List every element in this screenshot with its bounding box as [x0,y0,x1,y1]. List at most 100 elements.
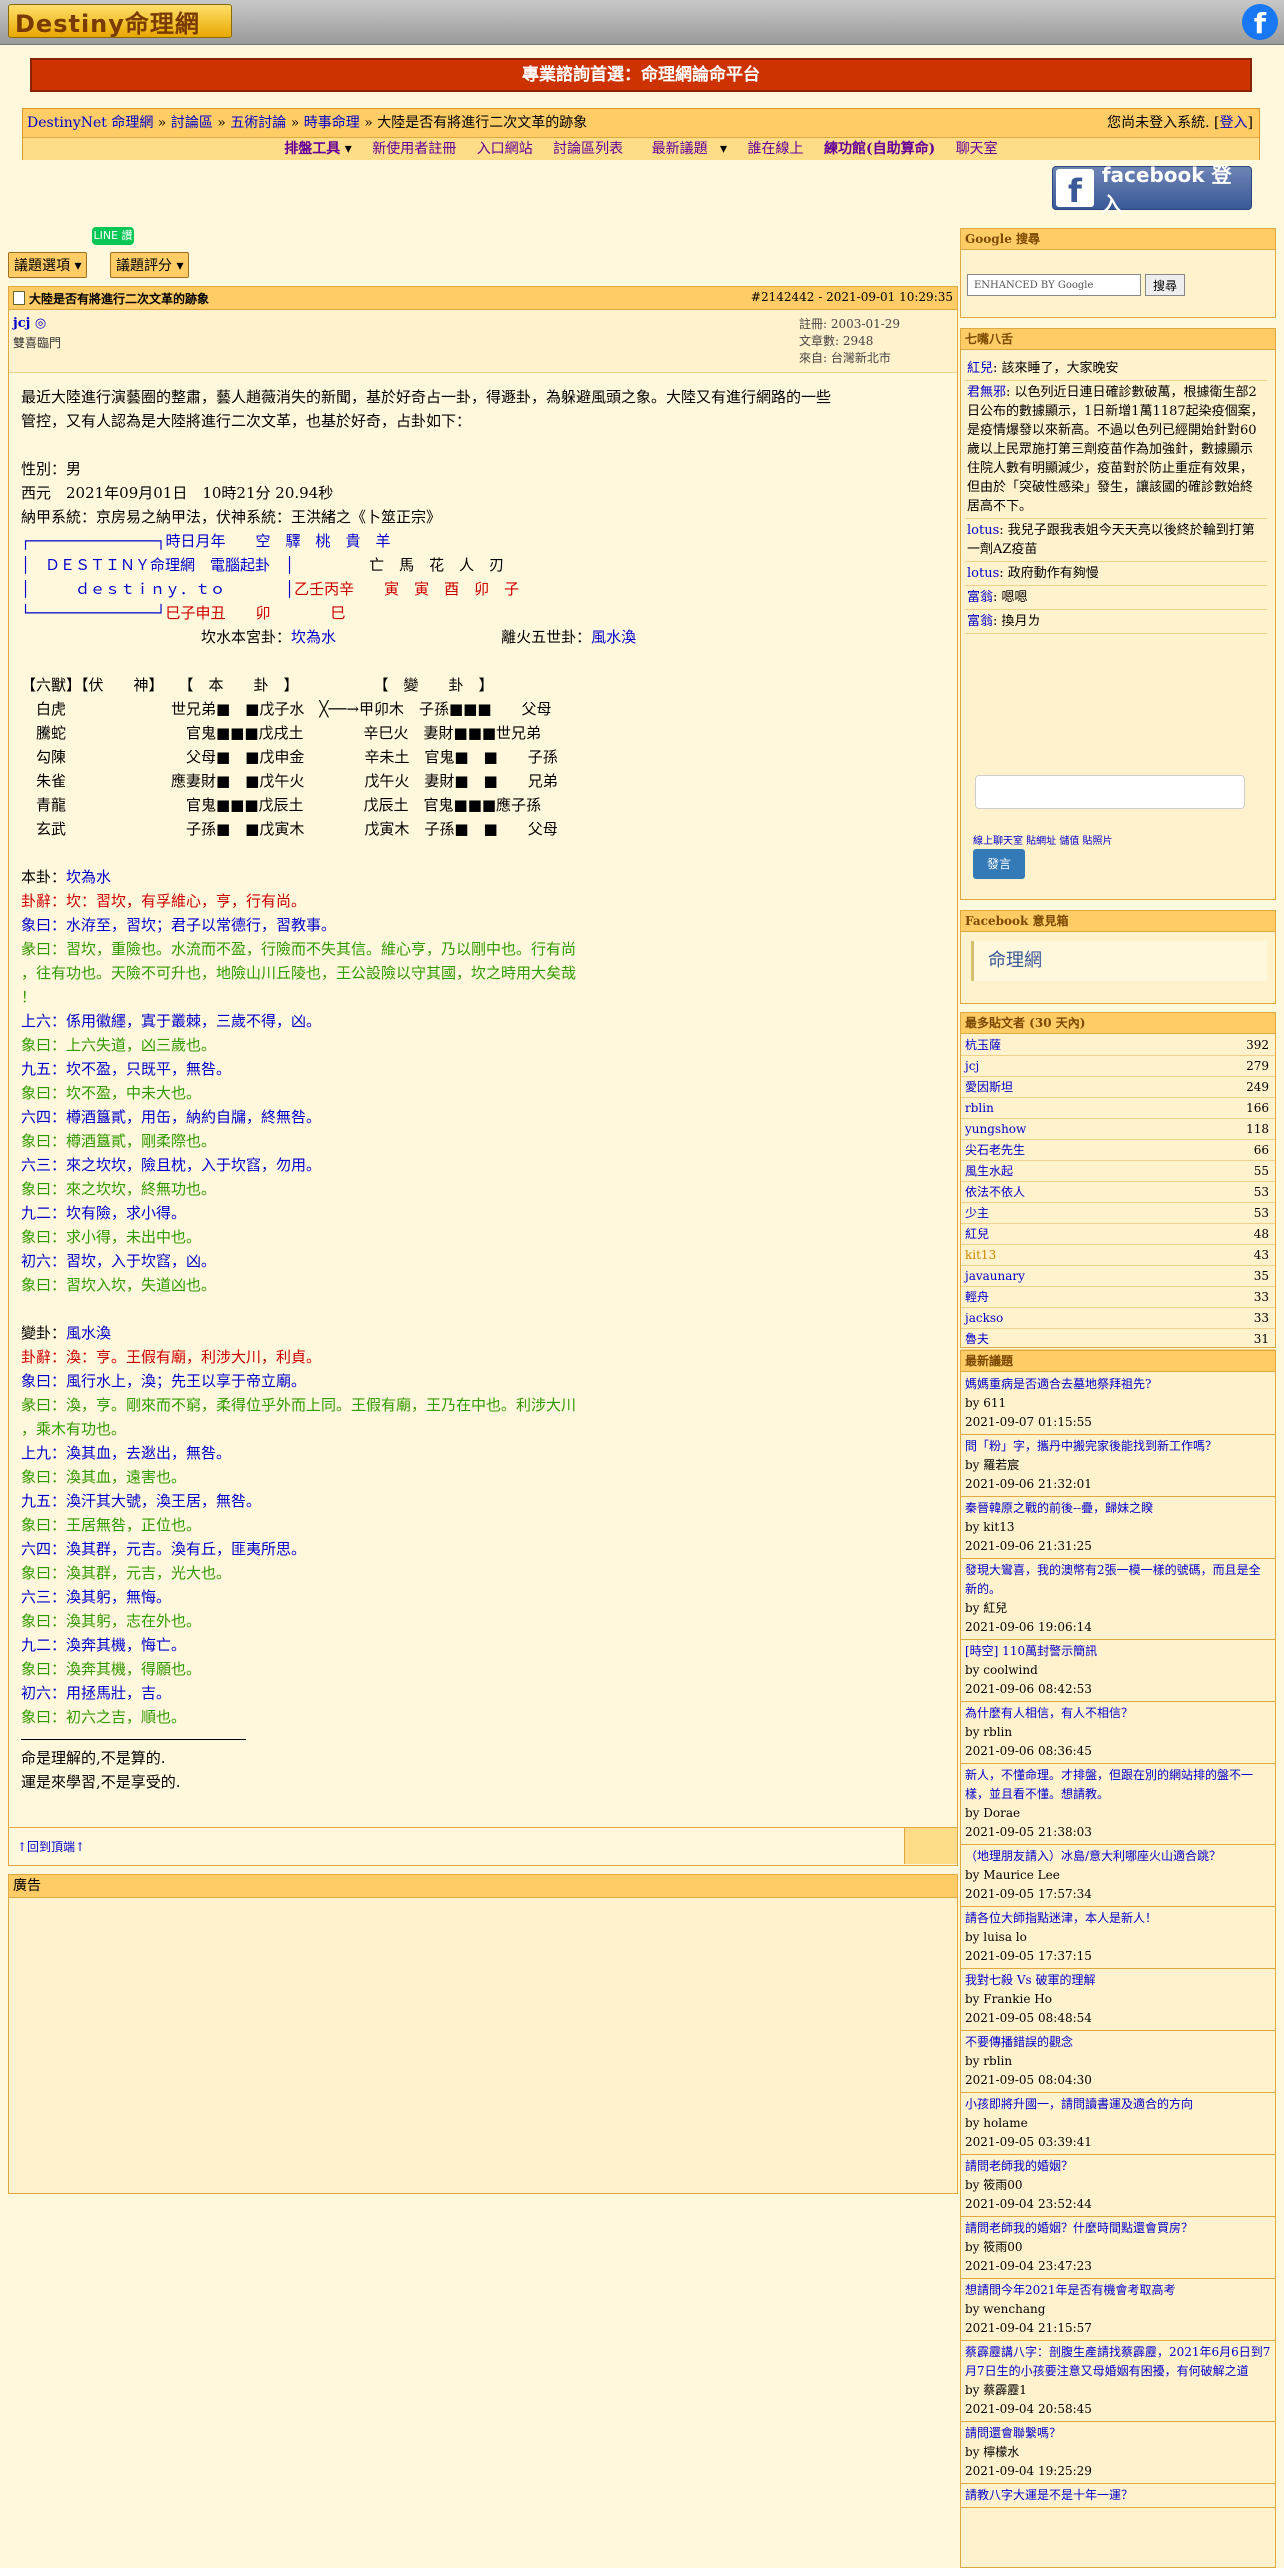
author-name[interactable]: jcj ◎ [13,316,46,331]
latest-topic-title[interactable]: 秦晉韓原之戰的前後--疊，歸妹之睽 [965,1499,1271,1518]
latest-topic-title[interactable]: 新人，不懂命理。才排盤，但跟在別的網站排的盤不一樣，並且看不懂。想請教。 [965,1766,1271,1804]
latest-topic-author[interactable]: by 檸檬水 [965,2443,1271,2462]
top-poster-count: 33 [1253,1311,1269,1325]
latest-topic-title[interactable]: 為什麼有人相信，有人不相信？ [965,1704,1271,1723]
top-poster-name[interactable]: jackso [965,1311,1003,1325]
latest-topic-item: 請教八字大運是不是十年一運？ [961,2484,1275,2508]
latest-topic-author[interactable]: by Maurice Lee [965,1866,1271,1885]
latest-topic-title[interactable]: 請教八字大運是不是十年一運？ [965,2486,1271,2505]
latest-topic-title[interactable]: [時空] 110萬封警示簡訊 [965,1642,1271,1661]
latest-topic-title[interactable]: 我對七殺 Vs 破軍的理解 [965,1971,1271,1990]
latest-topic-author[interactable]: by rblin [965,1723,1271,1742]
latest-topic-author[interactable]: by Frankie Ho [965,1990,1271,2009]
google-search-button[interactable]: 搜尋 [1145,274,1185,296]
latest-topic-author[interactable]: by 筱雨00 [965,2238,1271,2257]
chat-user[interactable]: 紅兒 [967,361,993,376]
chat-user[interactable]: lotus [967,523,999,538]
latest-topic-title[interactable]: 請各位大師指點迷津，本人是新人！ [965,1909,1271,1928]
menu-chatroom[interactable]: 聊天室 [956,141,998,157]
latest-topic-author[interactable]: by Dorae [965,1804,1271,1823]
latest-topic-title[interactable]: 不要傳播錯誤的觀念 [965,2033,1271,2052]
breadcrumb-topic[interactable]: 時事命理 [304,115,360,131]
bian-gua-text: ，乘木有功也。 [21,1420,127,1438]
chat-user[interactable]: 富翁 [967,614,993,629]
top-poster-row: 風生水起 55 [961,1161,1275,1182]
facebook-page-name[interactable]: 命理網 [971,941,1267,981]
latest-topic-author[interactable]: by coolwind [965,1661,1271,1680]
top-poster-name[interactable]: yungshow [965,1122,1026,1136]
latest-topic-author[interactable]: by holame [965,2114,1271,2133]
top-poster-count: 66 [1253,1143,1269,1157]
back-to-top-link[interactable]: ↑回到頂端↑ [17,1838,85,1855]
top-poster-row: yungshow 118 [961,1119,1275,1140]
topic-rating-button[interactable]: 議題評分 ▾ [110,252,190,278]
breadcrumb-arts[interactable]: 五術討論 [230,115,286,131]
menu-forum-list[interactable]: 討論區列表 [553,141,623,157]
breadcrumb-home[interactable]: DestinyNet 命理網 [27,115,153,131]
chat-user[interactable]: lotus [967,566,999,581]
latest-topic-author[interactable]: by 蔡霹靂1 [965,2381,1271,2400]
menu-register[interactable]: 新使用者註冊 [372,141,456,157]
latest-topic-author[interactable]: by rblin [965,2052,1271,2071]
top-poster-name[interactable]: 風生水起 [965,1164,1013,1178]
latest-topic-author[interactable]: by luisa lo [965,1928,1271,1947]
login-link[interactable]: 登入 [1220,115,1248,131]
top-poster-row: jcj 279 [961,1056,1275,1077]
menu-practice[interactable]: 練功館(自助算命) [824,141,935,157]
top-poster-name[interactable]: 愛因斯坦 [965,1080,1013,1094]
latest-topic-item: 秦晉韓原之戰的前後--疊，歸妹之睽 by kit13 2021-09-06 21:3… [961,1497,1275,1559]
top-poster-count: 43 [1253,1248,1269,1262]
latest-topic-title[interactable]: （地理朋友請入）冰島/意大利哪座火山適合跳？ [965,1847,1271,1866]
top-poster-name[interactable]: 尖石老先生 [965,1143,1025,1157]
top-poster-row: kit13 43 [961,1245,1275,1266]
menu-online[interactable]: 誰在線上 [748,141,804,157]
latest-topic-title[interactable]: 請問老師我的婚姻？什麼時間點還會買房？ [965,2219,1271,2238]
latest-topic-author[interactable]: by 紅兒 [965,1599,1271,1618]
chat-user[interactable]: 富翁 [967,590,993,605]
ben-gua-text: 卦辭：坎：習坎，有孚維心，亨，行有尚。 [21,892,307,910]
facebook-login-button[interactable]: f facebook 登入 [1052,163,1252,216]
top-poster-name[interactable]: 魯夫 [965,1332,989,1346]
top-poster-name[interactable]: jcj [965,1059,979,1073]
latest-topic-title[interactable]: 請問還會聯繫嗎？ [965,2424,1271,2443]
chat-links[interactable]: 線上聊天室 貼網址 儲值 貼照片 [973,832,1113,847]
latest-topic-time: 2021-09-05 17:37:15 [965,1949,1092,1963]
chat-send-button[interactable]: 發言 [973,849,1025,879]
latest-topic-title[interactable]: 問「粉」字，攜丹中搬完家後能找到新工作嗎？ [965,1437,1271,1456]
top-poster-name[interactable]: 少主 [965,1206,989,1220]
latest-topic-author[interactable]: by 筱雨00 [965,2176,1271,2195]
menu-tools[interactable]: 排盤工具 ▾ [284,141,351,157]
line-like-button[interactable]: LINE 讚 [92,227,134,245]
latest-topic-title[interactable]: 媽媽重病是否適合去墓地祭拜祖先? [965,1375,1271,1394]
top-poster-name[interactable]: 紅兒 [965,1227,989,1241]
latest-topic-title[interactable]: 發現大鸞喜，我的澳幣有2張一模一樣的號碼，而且是全新的。 [965,1561,1271,1599]
latest-topic-author[interactable]: by wenchang [965,2300,1271,2319]
google-search-input[interactable]: ENHANCED BY Google [967,274,1141,296]
bian-gua-text: 九五：渙汗其大號，渙王居，無咎。 [21,1492,262,1510]
top-poster-name[interactable]: 輕舟 [965,1290,989,1304]
chat-message-input[interactable] [975,775,1245,809]
latest-topic-title[interactable]: 小孩即將升國一，請問讀書運及適合的方向 [965,2095,1271,2114]
menu-latest[interactable]: 最新議題 ▾ [644,141,727,157]
menu-portal[interactable]: 入口網站 [477,141,533,157]
breadcrumb-forum[interactable]: 討論區 [171,115,213,131]
latest-topic-title[interactable]: 請問老師我的婚姻？ [965,2157,1271,2176]
latest-topic-author[interactable]: by 611 [965,1394,1271,1413]
top-poster-name[interactable]: javaunary [965,1269,1025,1283]
author-group: 雙喜臨門 [13,336,62,350]
site-logo[interactable]: Destiny命理網 [8,4,232,38]
top-poster-count: 53 [1253,1206,1269,1220]
facebook-icon[interactable]: f [1242,4,1278,40]
latest-topic-title[interactable]: 蔡霹靂講八字：剖腹生產請找蔡霹靂，2021年6月6日到7月7日生的小孩要注意又母… [965,2343,1271,2381]
top-poster-name[interactable]: kit13 [965,1248,996,1262]
promo-banner[interactable]: 專業諮詢首選：命理網論命平台 [30,58,1252,92]
topic-options-button[interactable]: 議題選項 ▾ [8,252,88,278]
latest-topic-title[interactable]: 想請問今年2021年是否有機會考取高考 [965,2281,1271,2300]
top-poster-name[interactable]: rblin [965,1101,994,1115]
top-poster-name[interactable]: 依法不依人 [965,1185,1025,1199]
post-id-time[interactable]: #2142442 - 2021-09-01 10:29:35 [751,290,953,304]
latest-topic-author[interactable]: by kit13 [965,1518,1271,1537]
chat-user[interactable]: 君無邪 [967,385,1006,400]
top-poster-name[interactable]: 杭玉薩 [965,1038,1001,1052]
latest-topic-author[interactable]: by 羅若宸 [965,1456,1271,1475]
